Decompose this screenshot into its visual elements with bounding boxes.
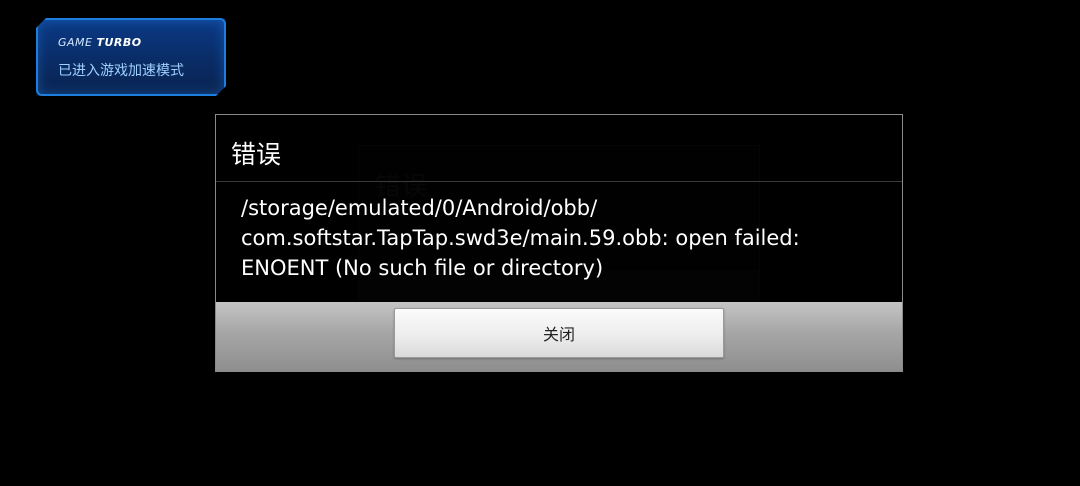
game-turbo-status: 已进入游戏加速模式 (58, 63, 184, 79)
error-message-line: ENOENT (No such file or directory) (241, 256, 604, 280)
game-turbo-logo: GAME TURBO (58, 36, 142, 49)
game-turbo-logo-prefix: GAME (58, 36, 93, 49)
error-message-line: /storage/emulated/0/Android/obb/ (241, 196, 598, 220)
error-dialog-header: 错误 (216, 115, 902, 182)
error-message-line: com.softstar.TapTap.swd3e/main.59.obb: o… (241, 226, 800, 250)
error-dialog-title: 错误 (231, 140, 282, 169)
error-dialog: 错误 /storage/emulated/0/Android/obb/ com.… (215, 114, 903, 372)
game-turbo-badge[interactable]: GAME TURBO 已进入游戏加速模式 (36, 18, 226, 96)
game-turbo-logo-suffix: TURBO (96, 36, 142, 49)
error-dialog-footer: 关闭 (216, 302, 902, 371)
game-screen: GAME TURBO 已进入游戏加速模式 错误 错误 /storage/emul… (0, 0, 1080, 486)
close-button[interactable]: 关闭 (394, 308, 724, 358)
error-dialog-message: /storage/emulated/0/Android/obb/ com.sof… (241, 193, 881, 283)
